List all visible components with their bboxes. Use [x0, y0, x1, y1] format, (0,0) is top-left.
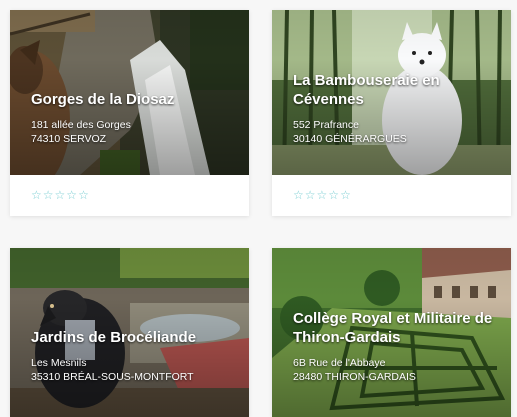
place-info: Jardins de Brocéliande Les Mesnils 35310…: [31, 328, 196, 384]
star-icon[interactable]: ☆: [78, 189, 89, 201]
place-address-line1: Les Mesnils: [31, 357, 87, 369]
rating-bar: ☆ ☆ ☆ ☆ ☆: [272, 175, 511, 216]
place-card-gorges-de-la-diosaz[interactable]: Gorges de la Diosaz 181 allée des Gorges…: [10, 10, 249, 216]
place-address-line2: 74310 SERVOZ: [31, 133, 107, 145]
star-icon[interactable]: ☆: [328, 189, 339, 201]
rating-stars[interactable]: ☆ ☆ ☆ ☆ ☆: [31, 189, 89, 201]
star-icon[interactable]: ☆: [66, 189, 77, 201]
place-address-line2: 30140 GÉNÉRARGUES: [293, 133, 407, 145]
star-icon[interactable]: ☆: [340, 189, 351, 201]
rating-stars[interactable]: ☆ ☆ ☆ ☆ ☆: [293, 189, 351, 201]
star-icon[interactable]: ☆: [55, 189, 66, 201]
place-card-college-royal-thiron-gardais[interactable]: Collège Royal et Militaire de Thiron-Gar…: [272, 248, 511, 417]
place-title[interactable]: La Bambouseraie en Cévennes: [293, 71, 511, 109]
place-photo[interactable]: Jardins de Brocéliande Les Mesnils 35310…: [10, 248, 249, 417]
star-icon[interactable]: ☆: [305, 189, 316, 201]
place-info: La Bambouseraie en Cévennes 552 Prafranc…: [293, 71, 511, 146]
place-address-line1: 181 allée des Gorges: [31, 119, 131, 131]
place-title[interactable]: Collège Royal et Militaire de Thiron-Gar…: [293, 309, 511, 347]
rating-bar: ☆ ☆ ☆ ☆ ☆: [10, 175, 249, 216]
place-address-line2: 28480 THIRON-GARDAIS: [293, 371, 416, 383]
place-title[interactable]: Jardins de Brocéliande: [31, 328, 196, 347]
place-address-line1: 6B Rue de l'Abbaye: [293, 357, 386, 369]
place-title[interactable]: Gorges de la Diosaz: [31, 90, 174, 109]
star-icon[interactable]: ☆: [43, 189, 54, 201]
place-info: Gorges de la Diosaz 181 allée des Gorges…: [31, 90, 174, 146]
star-icon[interactable]: ☆: [31, 189, 42, 201]
place-card-la-bambouseraie[interactable]: La Bambouseraie en Cévennes 552 Prafranc…: [272, 10, 511, 216]
place-info: Collège Royal et Militaire de Thiron-Gar…: [293, 309, 511, 384]
place-photo[interactable]: Gorges de la Diosaz 181 allée des Gorges…: [10, 10, 249, 175]
place-address-line1: 552 Prafrance: [293, 119, 359, 131]
star-icon[interactable]: ☆: [293, 189, 304, 201]
place-address-line2: 35310 BRÉAL-SOUS-MONTFORT: [31, 371, 194, 383]
place-card-jardins-de-broceliande[interactable]: Jardins de Brocéliande Les Mesnils 35310…: [10, 248, 249, 417]
star-icon[interactable]: ☆: [317, 189, 328, 201]
place-photo[interactable]: Collège Royal et Militaire de Thiron-Gar…: [272, 248, 511, 417]
place-photo[interactable]: La Bambouseraie en Cévennes 552 Prafranc…: [272, 10, 511, 175]
